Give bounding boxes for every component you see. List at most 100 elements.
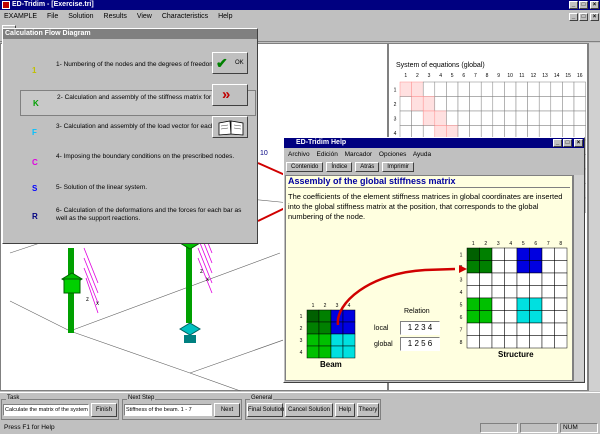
menu-solution[interactable]: Solution [68,13,93,20]
help-minimize-icon[interactable]: _ [553,139,562,147]
sys-cell [492,81,505,97]
struct-col-header: 4 [509,241,512,247]
struct-row-header: 3 [460,277,463,283]
sys-col-header: 12 [531,73,537,79]
struct-matrix-cell [529,260,543,274]
help-close-icon[interactable]: × [574,139,583,147]
flow-step[interactable]: C 4- Imposing the boundary conditions on… [20,150,256,176]
step-c-icon: C [32,158,38,167]
struct-matrix-cell [529,297,543,311]
struct-matrix-cell [504,310,518,324]
next-step-double-arrow-button[interactable]: » [212,84,248,106]
flow-step[interactable]: S 5- Solution of the linear system. [20,176,256,202]
struct-matrix-cell [516,335,530,349]
maximize-icon[interactable]: □ [579,1,588,9]
sys-cell [422,81,436,97]
dimension-label: 10 [260,150,268,157]
local-label: local [374,325,389,332]
struct-matrix-cell [554,297,568,311]
status-num-indicator: NUM [560,423,598,433]
local-matrix-cell [318,333,332,347]
help-menu-archivo[interactable]: Archivo [288,151,310,158]
struct-matrix-cell [554,260,568,274]
status-text: Press F1 for Help [4,424,55,431]
menu-characteristics[interactable]: Characteristics [162,13,208,20]
struct-matrix-cell [554,272,568,286]
checkmark-icon: ✔ [216,55,228,71]
local-row-header: 3 [300,338,303,344]
support-node-cyan[interactable] [179,322,201,336]
child-close-icon[interactable]: × [590,13,599,21]
struct-matrix-cell [466,297,480,311]
sys-cell [480,81,494,97]
minimize-icon[interactable]: _ [569,1,578,9]
cancel-solution-button[interactable]: Cancel Solution [285,403,333,417]
sys-cell [411,110,424,126]
status-caps-indicator [520,423,558,433]
struct-matrix-cell [466,272,480,286]
child-minimize-icon[interactable]: _ [569,13,578,21]
sys-cell [573,96,586,112]
help-menu-ayuda[interactable]: Ayuda [413,151,431,158]
struct-row-header: 4 [460,290,463,296]
app-icon[interactable] [2,1,10,9]
help-menu-marcador[interactable]: Marcador [345,151,372,158]
final-solution-button[interactable]: Final Solution [247,403,284,417]
help-index-button[interactable]: Índice [326,162,353,172]
sys-cell [573,81,586,97]
help-back-button[interactable]: Atrás [355,162,380,172]
struct-matrix-cell [504,272,518,286]
struct-matrix-cell [541,310,555,324]
next-button[interactable]: Next [214,403,240,417]
next-step-group-label: Next Step [127,395,156,401]
struct-matrix-cell [479,247,493,261]
sys-cell [550,96,563,112]
menu-file[interactable]: File [47,13,58,20]
sys-row-header: 3 [394,116,397,122]
close-icon[interactable]: × [590,1,599,9]
struct-matrix-cell [554,310,568,324]
help-print-button[interactable]: Imprimir [382,162,414,172]
theory-button[interactable]: Theory [357,403,379,417]
step-number-icon: 1 [32,66,37,75]
help-contents-button[interactable]: Contenido [286,162,324,172]
svg-text:z: z [86,297,89,303]
finish-button[interactable]: Finish [91,403,117,417]
flow-step[interactable]: R 6- Calculation of the deformations and… [20,204,256,230]
child-restore-icon[interactable]: □ [579,13,588,21]
sys-col-header: 10 [507,73,513,79]
struct-matrix-cell [466,335,480,349]
struct-matrix-cell [479,322,493,336]
menu-example[interactable]: EXAMPLE [4,13,37,20]
local-matrix-cell [342,333,356,347]
struct-row-header: 5 [460,302,463,308]
sys-cell [422,96,436,112]
help-maximize-icon[interactable]: □ [563,139,572,147]
help-button[interactable]: Help [335,403,355,417]
system-scrollbar[interactable] [588,43,600,391]
struct-row-header: 6 [460,315,463,321]
struct-matrix-cell [491,272,505,286]
sys-cell [434,96,447,112]
local-matrix-cell [306,333,320,347]
ok-button[interactable]: ✔ OK [212,52,248,74]
local-matrix-cell [306,321,320,335]
app-titlebar: ED-Tridim - [Exercise.tri] [0,0,600,10]
menu-results[interactable]: Results [104,13,127,20]
help-menu-opciones[interactable]: Opciones [379,151,406,158]
local-col-header: 2 [324,303,327,309]
menu-help[interactable]: Help [218,13,232,20]
struct-matrix-cell [504,335,518,349]
struct-matrix-cell [466,247,480,261]
help-scrollbar[interactable] [573,175,584,381]
sys-cell [562,110,575,126]
sys-col-header: 6 [462,73,465,79]
sys-col-header: 11 [519,73,524,79]
sys-cell [573,110,586,126]
help-menu-edicion[interactable]: Edición [317,151,338,158]
local-matrix-cell [306,345,320,359]
menu-view[interactable]: View [137,13,152,20]
sys-col-header: 14 [554,73,560,79]
sys-cell [480,110,494,126]
theory-book-button[interactable] [212,116,248,138]
